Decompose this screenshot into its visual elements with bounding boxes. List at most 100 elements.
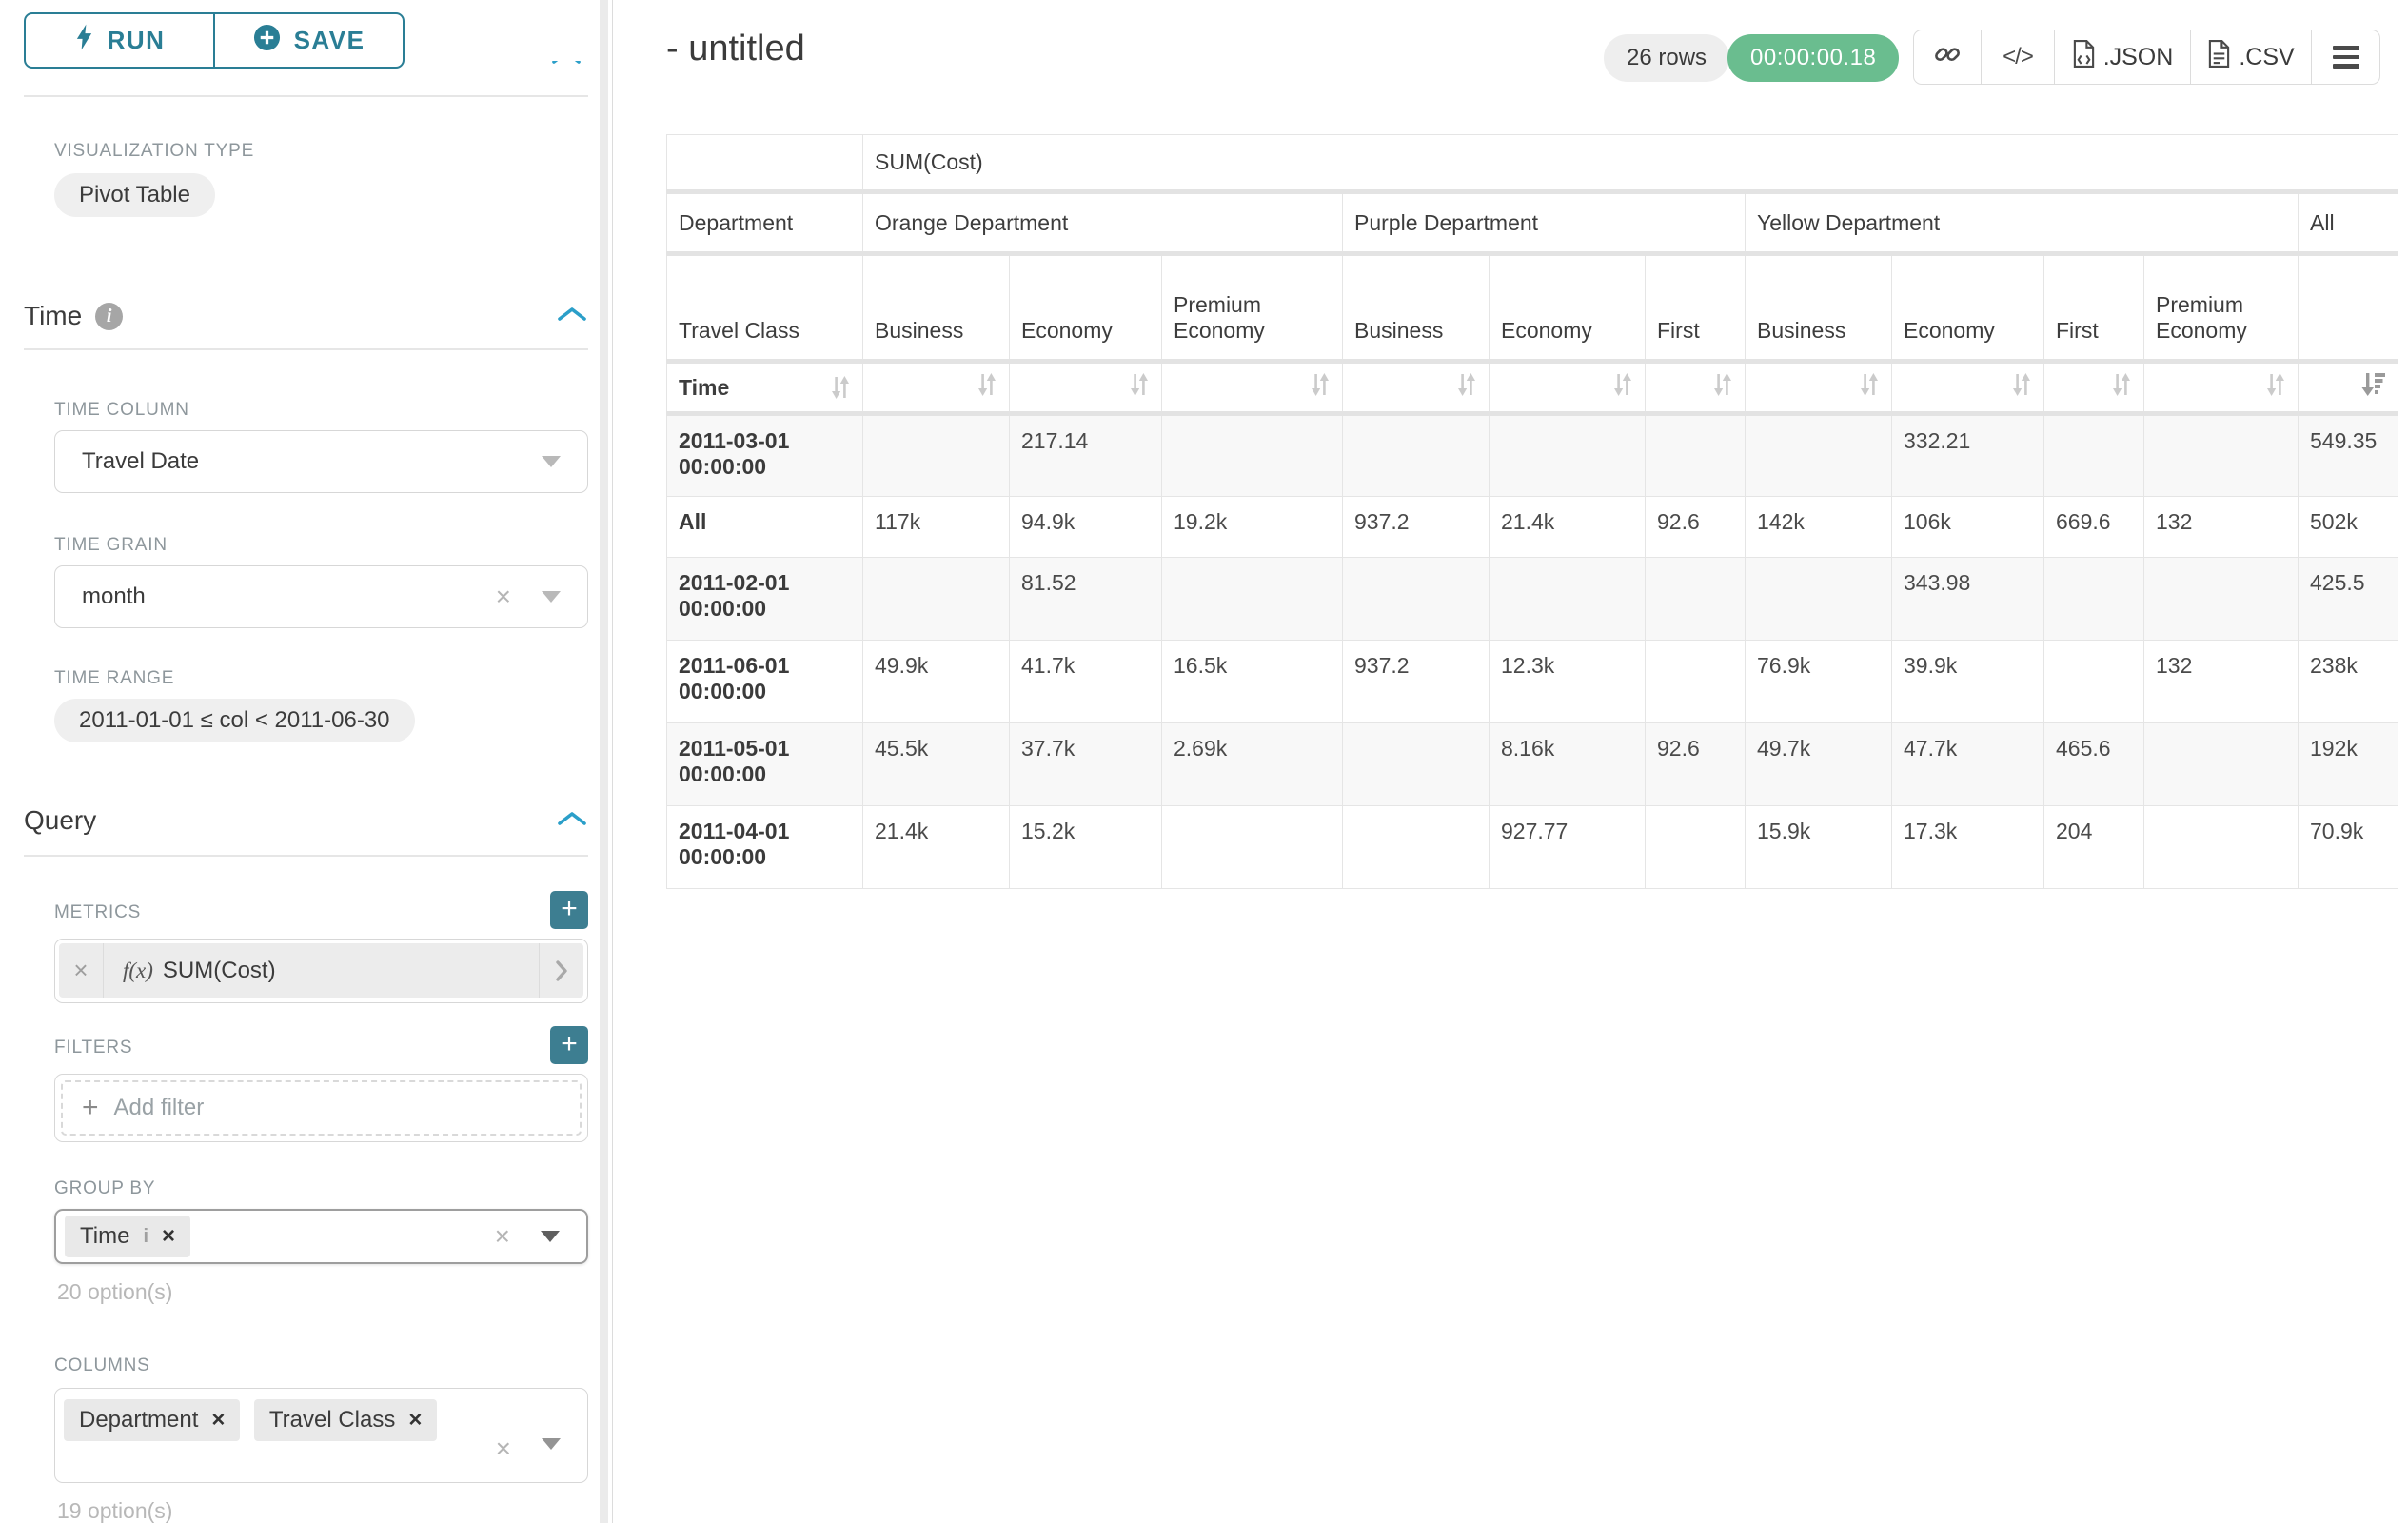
metric-chip[interactable]: × f(x) SUM(Cost) <box>59 943 583 998</box>
department-group-header: Purple Department <box>1343 192 1746 254</box>
pivot-value-cell: 92.6 <box>1646 723 1746 806</box>
pivot-value-cell: 37.7k <box>1010 723 1162 806</box>
link-icon <box>1932 39 1963 76</box>
pivot-value-cell: 192k <box>2299 723 2398 806</box>
pivot-value-cell <box>2144 806 2299 889</box>
group-by-chip-time[interactable]: Time i × <box>65 1216 190 1257</box>
clear-icon[interactable]: × <box>496 581 511 613</box>
run-save-button-group: RUN SAVE <box>24 12 405 69</box>
time-column-select[interactable]: Travel Date <box>54 430 588 493</box>
travel-class-header: Business <box>1343 254 1490 362</box>
visualization-type-chip[interactable]: Pivot Table <box>54 173 215 217</box>
sort-toggle[interactable] <box>1343 362 1490 414</box>
travel-class-header: Business <box>1746 254 1892 362</box>
add-filter-button[interactable]: + Add filter <box>61 1080 582 1136</box>
pivot-table: SUM(Cost)DepartmentOrange DepartmentPurp… <box>666 134 2398 889</box>
sort-toggle[interactable] <box>863 362 1010 414</box>
run-button[interactable]: RUN <box>26 14 213 67</box>
sort-toggle-active[interactable] <box>2299 362 2398 414</box>
columns-chip-travel-class[interactable]: Travel Class × <box>254 1399 437 1441</box>
export-csv-button[interactable]: .CSV <box>2190 30 2311 84</box>
time-collapse-chevron-icon[interactable] <box>556 307 588 326</box>
sort-toggle[interactable] <box>1490 362 1646 414</box>
pivot-value-cell: 425.5 <box>2299 558 2398 641</box>
department-dimension-label: Department <box>667 192 863 254</box>
sort-updown-icon <box>1859 371 1880 398</box>
time-range-chip[interactable]: 2011-01-01 ≤ col < 2011-06-30 <box>54 699 415 742</box>
pivot-value-cell: 937.2 <box>1343 641 1490 723</box>
clear-icon[interactable]: × <box>495 1220 510 1253</box>
clear-icon[interactable]: × <box>496 1433 511 1465</box>
export-json-button[interactable]: .JSON <box>2054 30 2190 84</box>
save-button[interactable]: SAVE <box>213 14 403 67</box>
pivot-value-cell <box>1490 414 1646 497</box>
remove-chip-icon[interactable]: × <box>162 1223 175 1250</box>
pivot-row-label: 2011-02-01 00:00:00 <box>667 558 863 641</box>
pivot-value-cell: 21.4k <box>863 806 1010 889</box>
pivot-value-cell <box>1343 558 1490 641</box>
pivot-corner-cell <box>667 135 863 192</box>
lightning-icon <box>74 23 94 58</box>
sort-toggle[interactable] <box>1010 362 1162 414</box>
time-grain-label: TIME GRAIN <box>54 535 168 556</box>
sort-toggle[interactable] <box>1892 362 2044 414</box>
add-metric-button[interactable]: + <box>550 891 588 929</box>
time-sort-header[interactable]: Time <box>667 362 863 414</box>
group-by-select[interactable]: Time i × × <box>54 1209 588 1264</box>
expand-metric-chevron-icon[interactable] <box>539 943 583 998</box>
pivot-value-cell: 41.7k <box>1010 641 1162 723</box>
pivot-value-cell: 92.6 <box>1646 497 1746 558</box>
embed-code-button[interactable]: </> <box>1981 30 2054 84</box>
pivot-value-cell: 132 <box>2144 641 2299 723</box>
pivot-value-cell <box>1343 414 1490 497</box>
travel-class-header: Premium Economy <box>1162 254 1343 362</box>
section-divider <box>24 95 588 97</box>
sort-toggle[interactable] <box>1746 362 1892 414</box>
pivot-value-cell <box>1162 558 1343 641</box>
pivot-value-cell: 8.16k <box>1490 723 1646 806</box>
chart-area: - untitled 26 rows 00:00:00.18 </> <box>613 0 2408 1523</box>
pivot-value-cell <box>1646 641 1746 723</box>
sidebar-scrollbar[interactable] <box>600 0 608 1523</box>
pivot-value-cell <box>1646 558 1746 641</box>
pivot-value-cell: 19.2k <box>1162 497 1343 558</box>
pivot-value-cell: 21.4k <box>1490 497 1646 558</box>
pivot-value-cell: 549.35 <box>2299 414 2398 497</box>
remove-chip-icon[interactable]: × <box>211 1407 225 1434</box>
sort-toggle[interactable] <box>1162 362 1343 414</box>
sort-desc-active-icon <box>2360 371 2386 398</box>
add-filter-plus-button[interactable]: + <box>550 1026 588 1064</box>
remove-chip-icon[interactable]: × <box>408 1407 422 1434</box>
pivot-value-cell <box>863 558 1010 641</box>
pivot-value-cell: 142k <box>1746 497 1892 558</box>
columns-helper: 19 option(s) <box>57 1498 172 1523</box>
plus-icon: + <box>82 1092 99 1124</box>
pivot-value-cell <box>2044 641 2144 723</box>
pivot-value-cell: 332.21 <box>1892 414 2044 497</box>
sort-toggle[interactable] <box>2044 362 2144 414</box>
sort-toggle[interactable] <box>1646 362 1746 414</box>
columns-chip-department[interactable]: Department × <box>64 1399 240 1441</box>
filters-label: FILTERS <box>54 1038 132 1058</box>
sort-toggle[interactable] <box>2144 362 2299 414</box>
more-options-button[interactable] <box>2311 30 2379 84</box>
chevron-down-icon <box>542 1438 561 1450</box>
export-button-group: </> .JSON .CSV <box>1913 30 2380 85</box>
hamburger-menu-icon <box>2333 46 2359 69</box>
short-link-button[interactable] <box>1914 30 1981 84</box>
pivot-value-cell: 15.2k <box>1010 806 1162 889</box>
info-icon: i <box>143 1226 148 1248</box>
time-grain-select[interactable]: month × <box>54 565 588 628</box>
sort-updown-icon <box>1456 371 1477 398</box>
pivot-row-label: All <box>667 497 863 558</box>
chart-title[interactable]: - untitled <box>666 29 805 69</box>
remove-metric-icon[interactable]: × <box>59 943 104 998</box>
time-range-label: TIME RANGE <box>54 668 174 689</box>
columns-select[interactable]: Department × Travel Class × × <box>54 1388 588 1483</box>
query-collapse-chevron-icon[interactable] <box>556 811 588 831</box>
pivot-value-cell: 132 <box>2144 497 2299 558</box>
pivot-value-cell: 669.6 <box>2044 497 2144 558</box>
pivot-value-cell: 12.3k <box>1490 641 1646 723</box>
code-icon: </> <box>2003 44 2033 70</box>
sort-updown-icon <box>830 374 851 401</box>
